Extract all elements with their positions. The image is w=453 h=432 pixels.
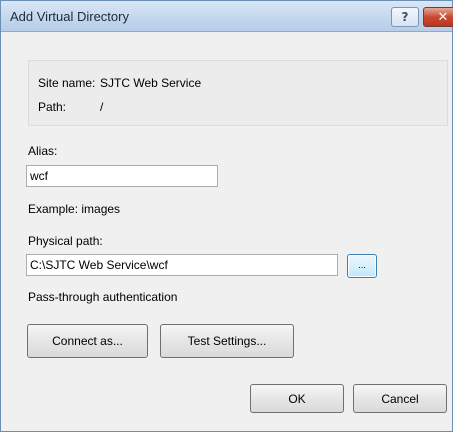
physical-path-input[interactable] [26,254,338,276]
alias-label: Alias: [28,144,58,158]
site-name-value: SJTC Web Service [100,76,202,90]
test-settings-button-label: Test Settings... [187,334,267,348]
close-button[interactable]: ✕ [423,7,453,27]
help-icon: ? [401,10,409,24]
cancel-button-label: Cancel [381,391,419,406]
alias-input[interactable] [26,165,218,187]
path-row: Path: / [38,100,103,114]
browse-button[interactable]: ... [347,254,377,278]
cancel-button[interactable]: Cancel [353,384,447,413]
path-label: Path: [38,100,67,114]
site-name-row: Site name: SJTC Web Service [38,76,201,90]
ok-button-label: OK [288,391,306,406]
site-name-label: Site name: [38,76,96,90]
help-button[interactable]: ? [391,7,419,27]
title-bar: Add Virtual Directory ? ✕ [1,1,453,32]
test-settings-button[interactable]: Test Settings... [160,324,294,358]
connect-as-button-label: Connect as... [52,334,123,348]
physical-path-label: Physical path: [28,234,103,248]
connect-as-button[interactable]: Connect as... [27,324,148,358]
alias-example-text: Example: images [28,202,121,216]
site-info-box: Site name: SJTC Web Service Path: / [28,60,448,126]
pass-through-authentication-text: Pass-through authentication [28,290,178,304]
browse-button-label: ... [358,260,366,270]
window-title: Add Virtual Directory [10,9,129,24]
path-value: / [100,100,104,114]
add-virtual-directory-dialog: Add Virtual Directory ? ✕ Site name: SJTC… [0,0,453,432]
close-icon: ✕ [437,9,449,25]
ok-button[interactable]: OK [250,384,344,413]
dialog-body: Site name: SJTC Web Service Path: / Alias:… [2,32,451,430]
